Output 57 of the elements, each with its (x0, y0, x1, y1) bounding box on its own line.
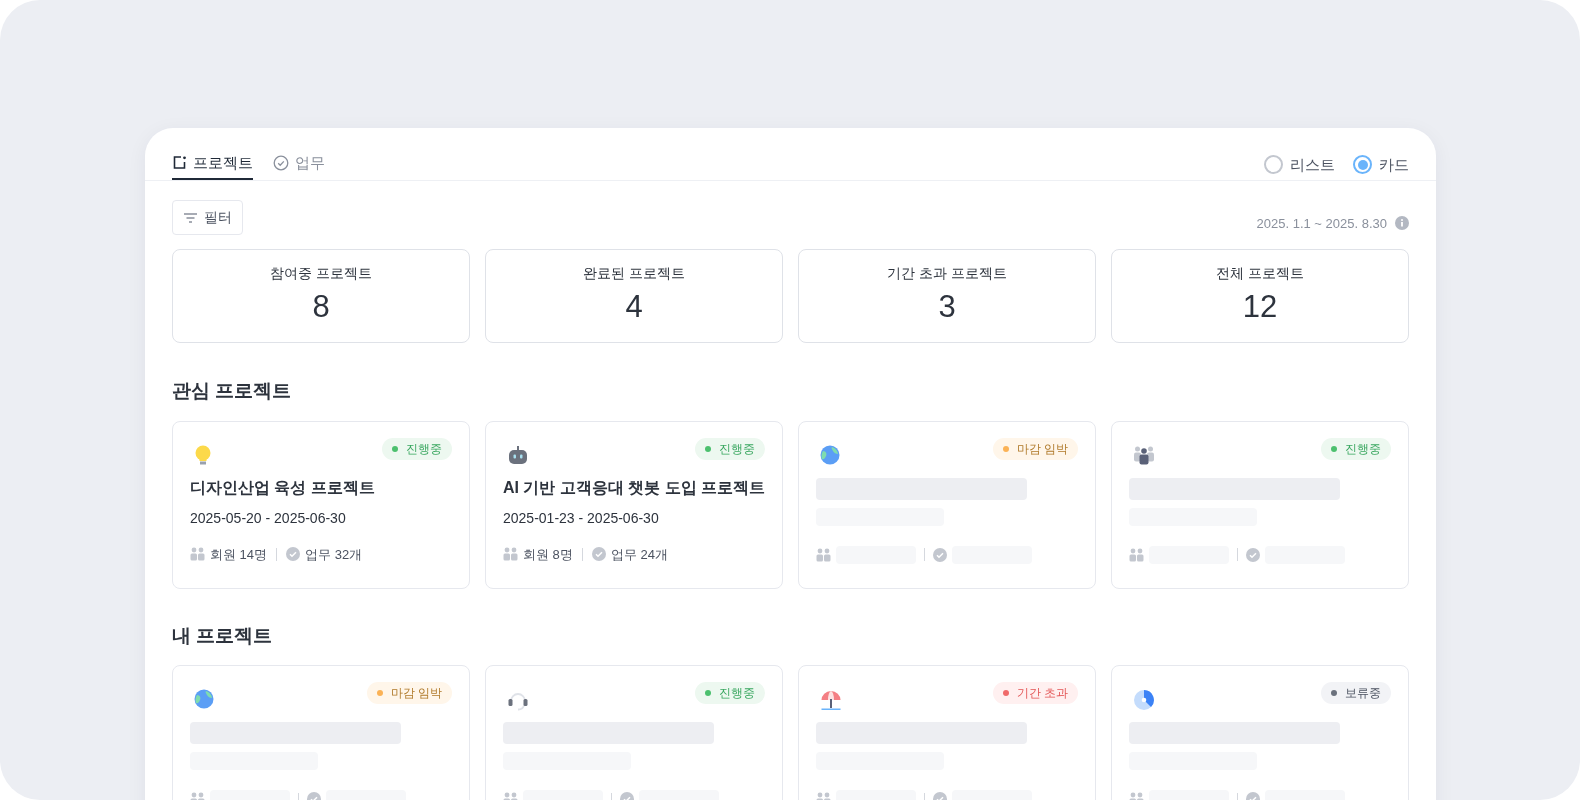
check-circle-icon (1246, 547, 1260, 562)
date-range: 2025. 1.1 ~ 2025. 8.30 (1256, 214, 1387, 233)
stat-value: 8 (312, 288, 330, 326)
project-period: 2025-01-23 - 2025-06-30 (503, 508, 660, 528)
check-circle-icon (591, 547, 606, 562)
status-badge: 기간 초과 (992, 682, 1078, 704)
project-card[interactable]: 진행중 디자인산업 육성 프로젝트 2025-05-20 - 2025-06-30 회원 14명 업무 32개 (172, 420, 470, 589)
member-count: 회원 14명 (210, 545, 268, 564)
stat-value: 12 (1242, 288, 1278, 326)
stat-label: 기간 초과 프로젝트 (887, 264, 1007, 283)
filter-button[interactable]: 필터 (172, 200, 243, 235)
project-period: 2025-05-20 - 2025-06-30 (190, 508, 347, 528)
folder-icon (172, 155, 187, 171)
globe-icon (194, 689, 214, 709)
status-badge: 진행중 (695, 682, 765, 704)
radio-button[interactable] (1264, 155, 1283, 175)
stat-value: 4 (625, 288, 643, 326)
task-count: 업무 32개 (305, 545, 363, 564)
people-icon (816, 547, 831, 562)
tab[interactable]: 프로젝트 (172, 151, 253, 180)
project-card[interactable]: 진행중 AI 기반 고객응대 챗봇 도입 프로젝트 2025-01-23 - 2025-06-30 회원 8명 업무 24개 (485, 420, 783, 589)
people-icon (1129, 547, 1144, 562)
status-badge: 마감 임박 (366, 682, 452, 704)
pie-chart-icon (1133, 689, 1155, 711)
stat-label: 참여중 프로젝트 (270, 264, 372, 283)
project-card[interactable]: 보류중 (1111, 665, 1409, 800)
filter-icon (183, 211, 198, 224)
check-circle-icon (286, 547, 301, 562)
stat-label: 전체 프로젝트 (1216, 264, 1304, 283)
globe-icon (820, 444, 840, 465)
project-title: 디자인산업 육성 프로젝트 (190, 477, 376, 498)
status-badge: 진행중 (382, 437, 452, 460)
status-badge: 보류중 (1321, 682, 1391, 704)
check-circle-icon (273, 154, 289, 171)
radio-label[interactable]: 카드 (1379, 153, 1409, 176)
umbrella-icon (820, 689, 842, 711)
task-count: 업무 24개 (610, 545, 668, 564)
status-badge: 마감 임박 (992, 437, 1078, 460)
status-badge: 진행중 (1321, 437, 1391, 460)
section-title: 관심 프로젝트 (172, 379, 293, 403)
section-title: 내 프로젝트 (172, 623, 274, 648)
project-card[interactable]: 마감 임박 (798, 420, 1096, 589)
stat-value: 3 (938, 288, 956, 326)
status-badge: 진행중 (695, 437, 765, 460)
info-icon[interactable] (1395, 216, 1409, 231)
people-icon (503, 547, 518, 562)
lightbulb-icon (194, 444, 212, 467)
project-card[interactable]: 마감 임박 (172, 665, 470, 800)
stat-label: 완료된 프로젝트 (583, 264, 685, 283)
member-count: 회원 8명 (523, 545, 573, 564)
radio-label[interactable]: 리스트 (1290, 153, 1335, 176)
group-icon (1133, 444, 1155, 465)
radio-button[interactable] (1353, 155, 1372, 175)
project-title: AI 기반 고객응대 챗봇 도입 프로젝트 (503, 477, 765, 498)
robot-icon (507, 444, 529, 465)
people-icon (190, 547, 205, 562)
check-circle-icon (933, 547, 947, 562)
